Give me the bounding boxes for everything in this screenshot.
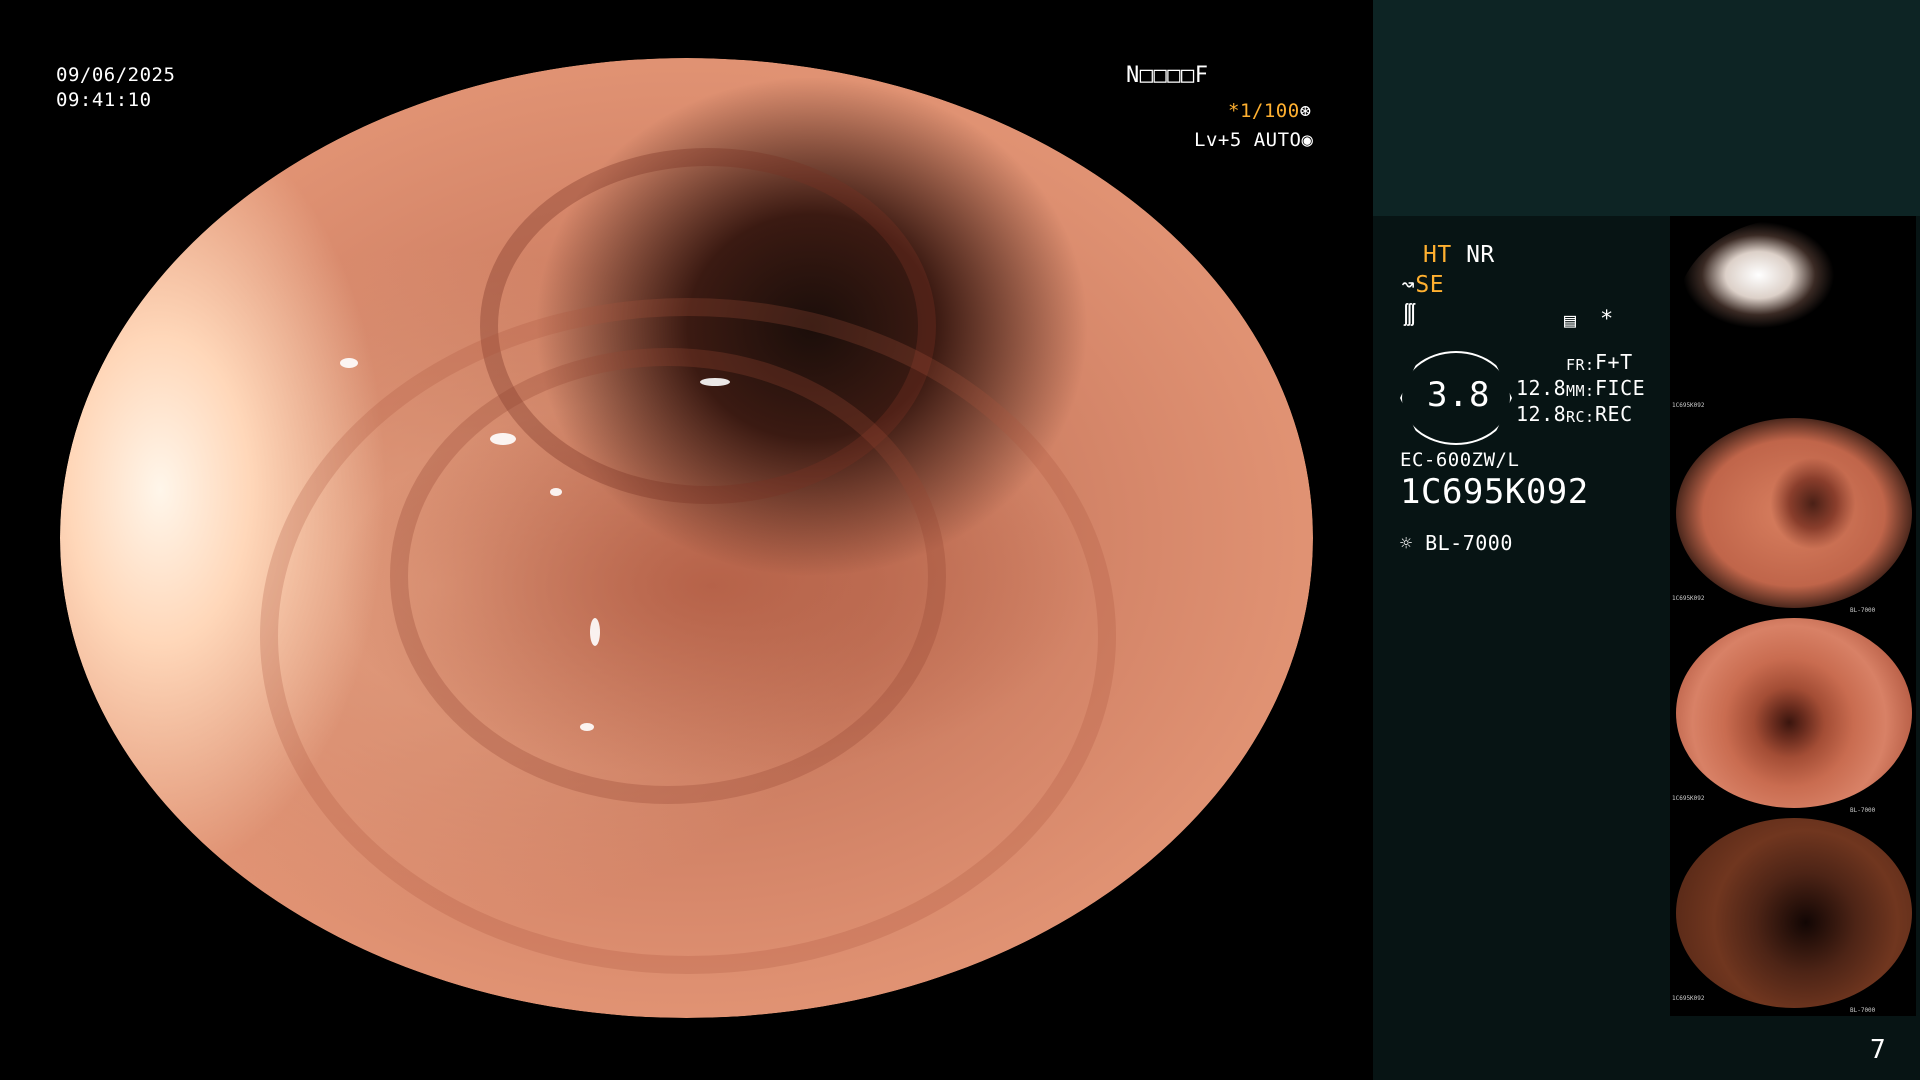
zoom-value: 3.8 — [1427, 375, 1490, 415]
mm-value: FICE — [1595, 376, 1646, 400]
light-reflection — [490, 433, 516, 445]
light-reflection — [590, 618, 600, 646]
light-reflection — [580, 723, 594, 731]
shutter-speed-value: *1/100 — [1228, 100, 1300, 122]
freeze-icon: ∭ — [1403, 303, 1417, 328]
mucosal-fold — [260, 298, 1116, 974]
mode-indicator: N□□□□F — [1126, 63, 1209, 88]
light-source: ☼ BL-7000 — [1400, 531, 1513, 555]
scope-serial: 1C695K092 — [1400, 472, 1589, 512]
val1: 12.8 — [1516, 376, 1567, 400]
brightness-level: Lv+5 AUTO◉ — [1194, 128, 1313, 152]
brightness-level-value: Lv+5 AUTO — [1194, 129, 1302, 151]
thumbnail-bottom-label: BL-7000 — [1850, 607, 1876, 614]
exam-date: 09/06/2025 — [56, 64, 176, 86]
capture-thumbnail-4[interactable]: 1C695K092 BL-7000 — [1670, 816, 1916, 1016]
fr-label: FR: — [1566, 356, 1595, 374]
light-reflection — [340, 358, 358, 368]
exam-time: 09:41:10 — [56, 89, 152, 111]
memory-icon: ▤ — [1564, 308, 1577, 332]
thumbnail-image — [1676, 818, 1912, 1008]
se-label: SE — [1415, 272, 1445, 298]
fr-value: F+T — [1595, 350, 1633, 374]
mm-label: MM: — [1566, 382, 1595, 400]
light-reflection — [700, 378, 730, 386]
ht-indicator: HT NR — [1423, 243, 1495, 267]
thumbnail-bottom-label: BL-7000 — [1850, 807, 1876, 814]
rc-value: REC — [1595, 402, 1633, 426]
asterisk-icon: * — [1600, 307, 1614, 332]
rc-label: RC: — [1566, 408, 1595, 426]
scope-model: EC-600ZW/L — [1400, 449, 1520, 471]
thumbnail-image — [1676, 218, 1912, 408]
thumbnail-image — [1676, 418, 1912, 608]
capture-thumbnail-3[interactable]: 1C695K092 BL-7000 — [1670, 616, 1916, 816]
endoscope-live-view: 09/06/2025 09:41:10 N□□□□F *1/100⊛ Lv+5 … — [0, 0, 1373, 1080]
nr-label: NR — [1466, 242, 1495, 268]
thumbnail-image — [1676, 618, 1912, 808]
thumbnail-bottom-label: BL-7000 — [1850, 1007, 1876, 1014]
aperture-icon: ⊛ — [1299, 100, 1312, 122]
light-bulb-icon: ☼ — [1400, 531, 1413, 555]
capture-thumbnail-2[interactable]: 1C695K092 BL-7000 — [1670, 416, 1916, 616]
shutter-speed: *1/100⊛ — [1228, 99, 1312, 123]
auto-iris-icon: ◉ — [1301, 129, 1314, 151]
light-reflection — [250, 938, 268, 950]
light-reflection — [550, 488, 562, 496]
thumbnail-label: 1C695K092 — [1672, 402, 1705, 409]
se-indicator: ↝SE — [1401, 273, 1444, 297]
page-number: 7 — [1870, 1035, 1887, 1065]
side-panel-header — [1373, 0, 1920, 216]
thumbnail-label: 1C695K092 — [1672, 995, 1705, 1002]
se-icon: ↝ — [1401, 272, 1416, 298]
thumbnail-label: 1C695K092 — [1672, 795, 1705, 802]
endoscopic-image — [60, 58, 1313, 1018]
light-source-label: BL-7000 — [1425, 531, 1513, 555]
capture-thumbnail-1[interactable]: 1C695K092 — [1670, 216, 1916, 416]
thumbnail-label: 1C695K092 — [1672, 595, 1705, 602]
val2: 12.8 — [1516, 402, 1567, 426]
ht-label: HT — [1423, 242, 1452, 268]
